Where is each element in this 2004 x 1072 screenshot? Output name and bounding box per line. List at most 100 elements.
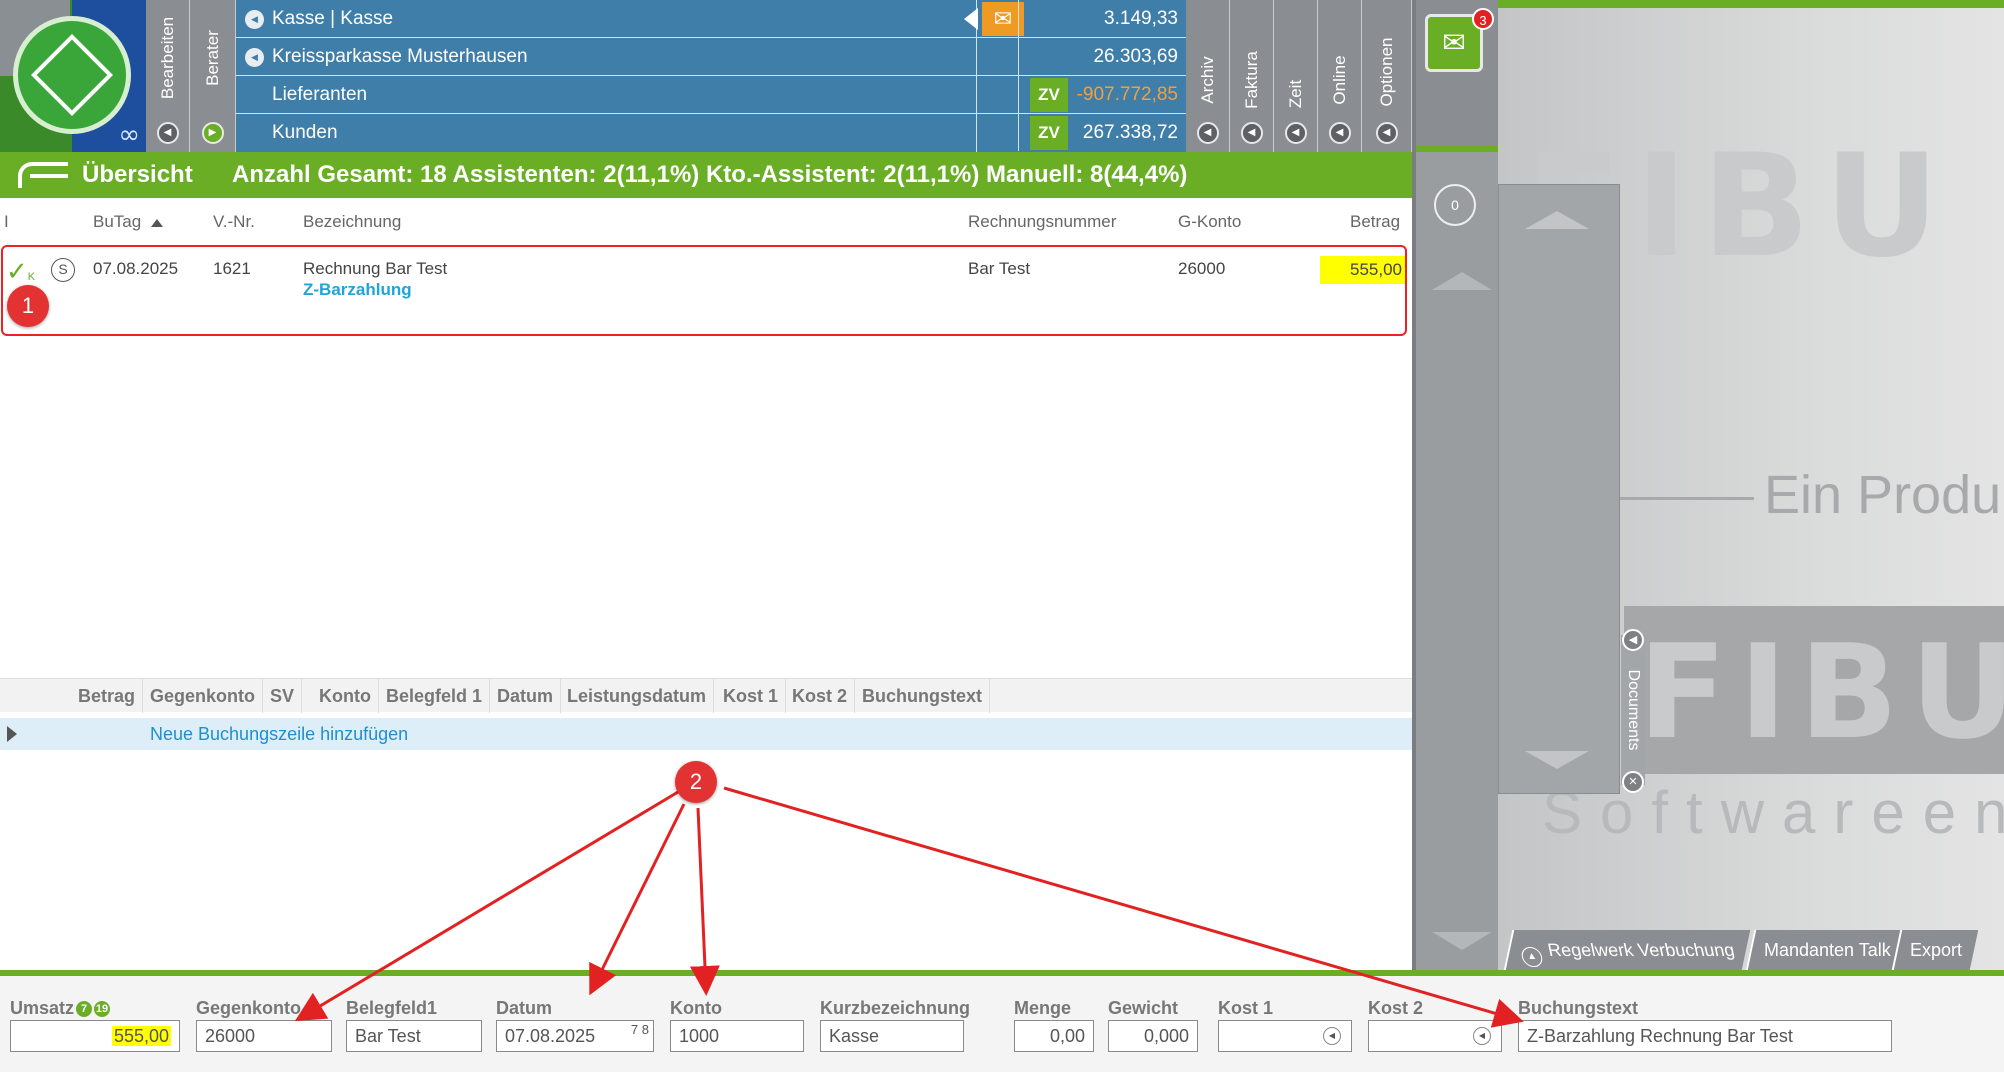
- account-row-kreissparkasse[interactable]: ◀ Kreissparkasse Musterhausen 26.303,69: [236, 38, 1186, 76]
- kost2-field[interactable]: ◀: [1368, 1020, 1502, 1052]
- konto-field[interactable]: 1000: [670, 1020, 804, 1052]
- chevron-left-icon[interactable]: ◀: [1622, 629, 1644, 651]
- scroll-down-icon[interactable]: [1432, 932, 1492, 950]
- account-row-kunden[interactable]: Kunden ZV 267.338,72: [236, 114, 1186, 152]
- kost2-label: Kost 2: [1368, 998, 1424, 1018]
- divider: [976, 76, 977, 114]
- overview-title[interactable]: Übersicht: [82, 152, 193, 198]
- account-name: Lieferanten: [272, 84, 368, 105]
- add-booking-line-link[interactable]: Neue Buchungszeile hinzufügen: [150, 718, 408, 750]
- datum-field[interactable]: 07.08.2025 7 8: [496, 1020, 654, 1052]
- col-belegfeld1[interactable]: Belegfeld 1: [379, 679, 491, 713]
- annotation-marker-2: 2: [675, 761, 717, 803]
- infinity-icon: ∞: [118, 120, 140, 150]
- chevron-left-icon[interactable]: ◀: [1240, 122, 1263, 144]
- buchungstext-field[interactable]: Z-Barzahlung Rechnung Bar Test: [1518, 1020, 1892, 1052]
- chevron-left-icon[interactable]: ◀: [1284, 122, 1307, 144]
- menge-label: Menge: [1014, 998, 1072, 1018]
- bottom-tabs: ▲ Regelwerk Verbuchung Mandanten Talk Exp…: [1498, 926, 2004, 970]
- accounts-panel: ◀ Kasse | Kasse ✉ 3.149,33 ◀ Kreissparka…: [236, 0, 1186, 152]
- tab-label: Regelwerk Verbuchung: [1545, 940, 1737, 960]
- chevron-left-icon[interactable]: ◀: [156, 122, 179, 144]
- chevron-left-icon[interactable]: ◀: [1328, 122, 1351, 144]
- umsatz-field[interactable]: 555,00: [10, 1020, 180, 1052]
- col-kost1[interactable]: Kost 1: [716, 679, 787, 713]
- account-name: Kasse | Kasse: [272, 8, 394, 29]
- col-buchungstext[interactable]: Buchungstext: [855, 679, 991, 713]
- inbox-area: ✉ 3: [1416, 0, 1498, 152]
- arrow-to-konto: [689, 807, 720, 996]
- lookup-icon[interactable]: ◀: [1323, 1027, 1341, 1045]
- col-header-gkonto[interactable]: G-Konto: [1178, 212, 1241, 232]
- tab-bearbeiten[interactable]: Bearbeiten ◀: [146, 0, 190, 152]
- tab-online[interactable]: Online ◀: [1318, 0, 1362, 152]
- scroll-up-icon[interactable]: [1432, 272, 1492, 290]
- app-logo[interactable]: ∞: [0, 0, 146, 152]
- chevron-left-icon[interactable]: ◀: [1196, 122, 1219, 144]
- tab-label: Export: [1910, 940, 1963, 960]
- kost1-label: Kost 1: [1218, 998, 1274, 1018]
- col-kost2[interactable]: Kost 2: [785, 679, 856, 713]
- tagline: Ein Produ: [1764, 465, 2002, 525]
- col-header-butag[interactable]: BuTag: [93, 212, 164, 232]
- tab-berater[interactable]: Berater ▶: [190, 0, 236, 152]
- scroll-down-icon[interactable]: [1525, 751, 1589, 769]
- gewicht-field[interactable]: 0,000: [1108, 1020, 1198, 1052]
- chevron-left-icon[interactable]: ◀: [1375, 122, 1398, 144]
- col-header-vnr[interactable]: V.-Nr.: [213, 212, 255, 232]
- gegenkonto-field[interactable]: 26000: [196, 1020, 332, 1052]
- tab-export[interactable]: Export: [1891, 930, 1979, 970]
- datum-label: Datum: [496, 998, 553, 1018]
- overview-stats: Anzahl Gesamt: 18 Assistenten: 2(11,1%) …: [232, 161, 1188, 188]
- counter-badge[interactable]: 0: [1434, 184, 1476, 226]
- col-datum[interactable]: Datum: [490, 679, 562, 713]
- vat-7-badge[interactable]: 7: [76, 1001, 93, 1017]
- col-header-bezeichnung[interactable]: Bezeichnung: [303, 212, 401, 232]
- account-row-kasse[interactable]: ◀ Kasse | Kasse ✉ 3.149,33: [236, 0, 1186, 38]
- close-icon[interactable]: ✕: [1622, 771, 1644, 793]
- tab-faktura[interactable]: Faktura ◀: [1230, 0, 1274, 152]
- sort-asc-icon: [151, 219, 164, 227]
- calendar-icon[interactable]: 7 8: [631, 1023, 649, 1036]
- col-header-i[interactable]: I: [4, 212, 9, 232]
- menge-field[interactable]: 0,00: [1014, 1020, 1094, 1052]
- account-row-lieferanten[interactable]: Lieferanten ZV -907.772,85: [236, 76, 1186, 114]
- scroll-up-icon[interactable]: [1525, 211, 1589, 229]
- tagline-line: [1620, 497, 1754, 500]
- field-value: 555,00: [111, 1026, 171, 1046]
- documents-label: Documents: [1625, 669, 1642, 751]
- col-sv[interactable]: SV: [263, 679, 303, 713]
- col-gegenkonto[interactable]: Gegenkonto: [143, 679, 264, 713]
- col-leistungsdatum[interactable]: Leistungsdatum: [560, 679, 715, 713]
- field-value: 07.08.2025: [505, 1026, 596, 1046]
- collapse-arrow-icon[interactable]: [964, 8, 978, 30]
- chevron-right-icon[interactable]: ▶: [201, 122, 224, 144]
- kurzbezeichnung-field[interactable]: Kasse: [820, 1020, 964, 1052]
- tab-archiv[interactable]: Archiv ◀: [1186, 0, 1230, 152]
- chevron-left-icon[interactable]: ◀: [245, 10, 264, 29]
- account-name: Kreissparkasse Musterhausen: [272, 46, 528, 67]
- col-konto[interactable]: Konto: [312, 679, 379, 713]
- lookup-icon[interactable]: ◀: [1473, 1027, 1491, 1045]
- tab-optionen[interactable]: Optionen ◀: [1362, 0, 1412, 152]
- tab-regelwerk-verbuchung[interactable]: ▲ Regelwerk Verbuchung: [1503, 930, 1751, 970]
- chevron-left-icon[interactable]: ◀: [245, 48, 264, 67]
- expand-triangle-icon[interactable]: [7, 726, 17, 742]
- vat-19-badge[interactable]: 19: [94, 1001, 111, 1017]
- col-header-betrag[interactable]: Betrag: [1350, 212, 1400, 232]
- account-name: Kunden: [272, 122, 338, 143]
- table-header: I BuTag V.-Nr. Bezeichnung Rechnungsnumm…: [0, 208, 1412, 238]
- arrow-to-datum: [589, 803, 686, 996]
- documents-tab[interactable]: ◀ Documents ✕: [1621, 629, 1645, 793]
- col-header-rechnungsnummer[interactable]: Rechnungsnummer: [968, 212, 1116, 232]
- belegfeld1-label: Belegfeld1: [346, 998, 438, 1018]
- col-betrag[interactable]: Betrag: [71, 679, 144, 713]
- tab-mandanten-talk[interactable]: Mandanten Talk: [1745, 930, 1908, 970]
- annotation-marker-1: 1: [7, 285, 49, 327]
- tab-zeit[interactable]: Zeit ◀: [1274, 0, 1318, 152]
- tab-label: Mandanten Talk: [1764, 940, 1891, 960]
- new-booking-line[interactable]: Neue Buchungszeile hinzufügen: [0, 718, 1412, 750]
- kost1-field[interactable]: ◀: [1218, 1020, 1352, 1052]
- belegfeld1-field[interactable]: Bar Test: [346, 1020, 482, 1052]
- brand-logo-text-2: FIBU: [1638, 616, 2004, 768]
